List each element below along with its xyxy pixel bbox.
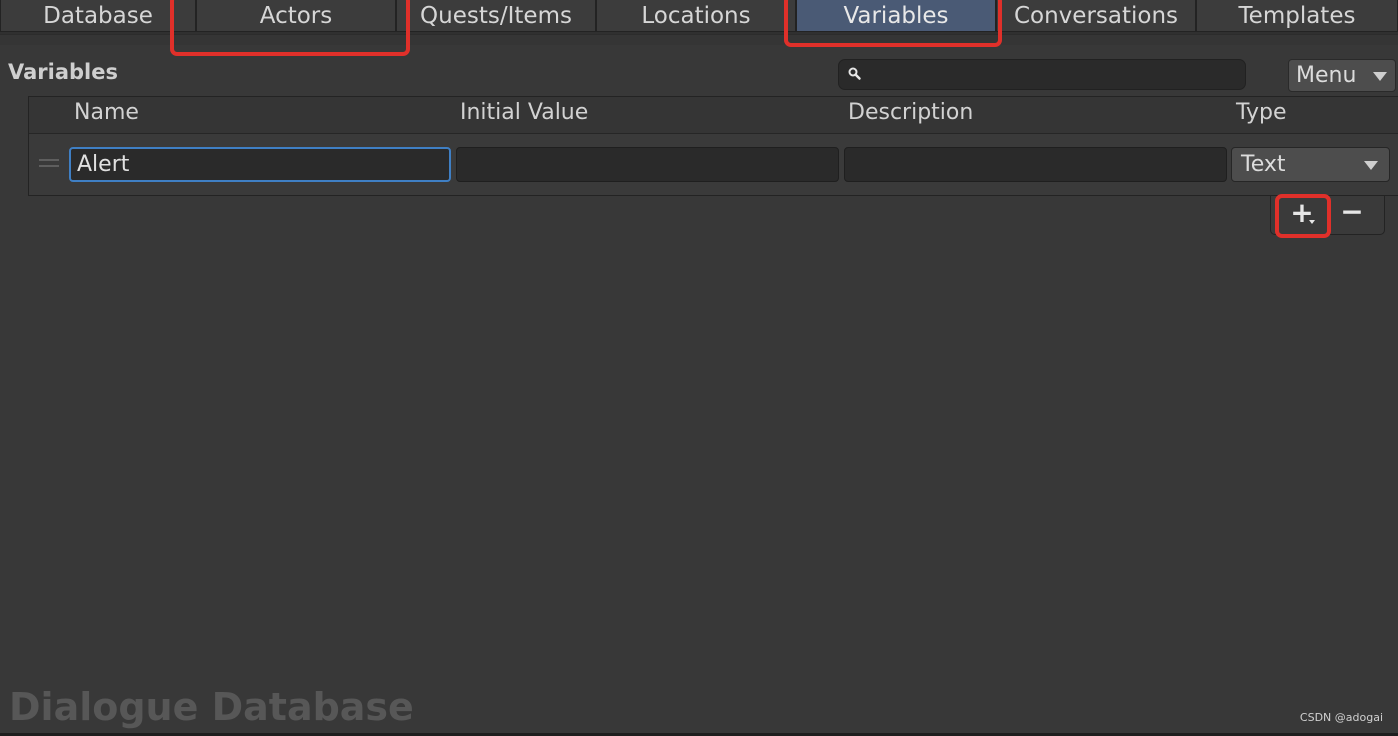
section-title: Variables [8, 60, 118, 84]
add-button-highlight [1275, 194, 1331, 238]
chevron-down-icon [1364, 161, 1378, 170]
variable-type-select[interactable]: Text [1231, 147, 1390, 182]
tab-conversations[interactable]: Conversations [996, 0, 1196, 32]
panel-watermark: Dialogue Database [9, 685, 414, 729]
drag-handle-icon[interactable] [39, 159, 59, 167]
tab-templates[interactable]: Templates [1196, 0, 1398, 32]
variable-name-field[interactable] [69, 147, 451, 182]
column-header-description: Description [848, 100, 974, 125]
column-header-initial-value: Initial Value [460, 100, 589, 125]
menu-button-label: Menu [1296, 63, 1357, 88]
column-header-type: Type [1236, 100, 1287, 125]
search-icon [848, 67, 861, 80]
search-box[interactable] [838, 59, 1246, 90]
list-header: Name Initial Value Description Type [29, 97, 1398, 134]
tab-database[interactable]: Database [0, 0, 196, 32]
tab-locations[interactable]: Locations [596, 0, 796, 32]
actors-tab-highlight [170, 0, 410, 56]
variable-initial-value-field[interactable] [456, 147, 839, 182]
menu-button[interactable]: Menu [1288, 59, 1396, 92]
variable-description-field[interactable] [844, 147, 1227, 182]
credit-text: CSDN @adogai [1299, 711, 1383, 724]
variable-type-value: Text [1241, 152, 1286, 177]
column-header-name: Name [74, 100, 139, 125]
tab-quests-items[interactable]: Quests/Items [396, 0, 596, 32]
chevron-down-icon [1373, 72, 1387, 81]
remove-variable-button[interactable]: − [1336, 198, 1368, 230]
variables-tab-highlight [784, 0, 1002, 47]
search-input[interactable] [871, 62, 1241, 89]
